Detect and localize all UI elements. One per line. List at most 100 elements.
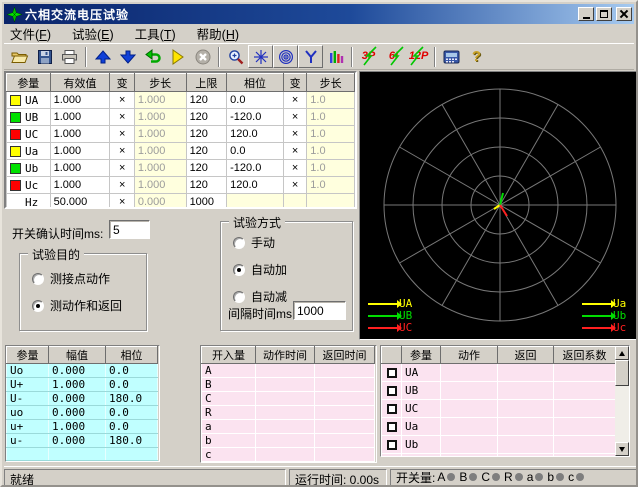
print-button[interactable]	[57, 45, 82, 68]
vary-toggle-cell[interactable]: ×	[110, 126, 134, 143]
select-checkbox[interactable]	[387, 368, 397, 378]
minimize-button[interactable]	[578, 7, 594, 21]
phase-color-swatch	[10, 146, 21, 157]
value-cell[interactable]: 1.000	[50, 92, 110, 109]
select-checkbox[interactable]	[387, 422, 397, 432]
up-arrow-icon	[619, 351, 625, 356]
vary-toggle-cell[interactable]: ×	[110, 109, 134, 126]
interval-input[interactable]	[293, 301, 346, 320]
vary-toggle-cell[interactable]: ×	[283, 177, 306, 194]
phase-cell[interactable]: 120.0	[227, 177, 284, 194]
open-button[interactable]	[7, 45, 32, 68]
mode-3p-button[interactable]: 3P	[356, 45, 381, 68]
step-up-button[interactable]	[90, 45, 115, 68]
phase-cell[interactable]: 120.0	[227, 126, 284, 143]
limit-cell[interactable]: 120	[186, 109, 227, 126]
step-down-button[interactable]	[115, 45, 140, 68]
vary-toggle-cell[interactable]	[283, 194, 306, 210]
zoom-button[interactable]	[223, 45, 248, 68]
seq-name-cell: uo	[7, 406, 49, 420]
radio-option[interactable]: 手动	[233, 234, 352, 251]
menu-item[interactable]: 工具(T)	[129, 23, 182, 44]
switch-indicator-dot	[576, 473, 584, 481]
value-cell[interactable]: 1.000	[50, 160, 110, 177]
stop-button[interactable]	[190, 45, 215, 68]
result-name-cell: UC	[402, 400, 441, 418]
limit-cell[interactable]: 120	[186, 92, 227, 109]
maximize-button[interactable]	[596, 7, 612, 21]
scrollbar-thumb[interactable]	[615, 360, 629, 386]
print-icon	[61, 49, 78, 65]
vary-toggle-cell[interactable]: ×	[283, 143, 306, 160]
phase-cell[interactable]: -120.0	[227, 160, 284, 177]
trace-view-button[interactable]	[273, 45, 298, 68]
limit-cell[interactable]: 120	[186, 160, 227, 177]
radio-option[interactable]: 测接点动作	[32, 270, 146, 287]
vary-toggle-cell[interactable]: ×	[283, 126, 306, 143]
parameter-name-cell: Uc	[7, 177, 51, 194]
vary-toggle-cell[interactable]: ×	[283, 109, 306, 126]
value-cell[interactable]: 1.000	[50, 177, 110, 194]
select-checkbox[interactable]	[387, 386, 397, 396]
phase-cell[interactable]	[227, 194, 284, 210]
value-cell[interactable]: 1.000	[50, 143, 110, 160]
value-cell[interactable]: 1.000	[50, 126, 110, 143]
limit-cell[interactable]: 120	[186, 143, 227, 160]
reset-button[interactable]	[140, 45, 165, 68]
input-row: A	[202, 364, 375, 378]
action-time-cell	[256, 364, 315, 378]
titlebar: 六相交流电压试验	[4, 4, 634, 24]
bar-view-button[interactable]	[323, 45, 348, 68]
switch-status: A	[437, 470, 455, 484]
mode-12p-button[interactable]: 12P	[406, 45, 431, 68]
scroll-down-button[interactable]	[615, 442, 629, 456]
table-row: UB 1.000 × 1.000 120 -120.0 × 1.0	[7, 109, 355, 126]
vary-toggle-cell[interactable]: ×	[110, 194, 134, 210]
menu-item[interactable]: 试验(E)	[66, 23, 120, 44]
sequence-row: uo 0.000 0.0	[7, 406, 158, 420]
save-button[interactable]	[32, 45, 57, 68]
close-button[interactable]	[616, 7, 632, 21]
phase-cell[interactable]: 0.0	[227, 92, 284, 109]
phasor-chart: UA UB UC Ua Ub Uc	[359, 71, 638, 340]
select-checkbox[interactable]	[387, 440, 397, 450]
start-button[interactable]	[165, 45, 190, 68]
confirm-time-input[interactable]	[109, 220, 150, 239]
vary-toggle-cell[interactable]: ×	[110, 177, 134, 194]
menu-item[interactable]: 帮助(H)	[191, 23, 245, 44]
limit-cell[interactable]: 120	[186, 126, 227, 143]
y-view-button[interactable]	[298, 45, 323, 68]
help-button[interactable]: ?	[464, 45, 489, 68]
radio-button[interactable]	[32, 273, 44, 285]
phase-cell[interactable]: 0.0	[227, 143, 284, 160]
vary-toggle-cell[interactable]: ×	[283, 160, 306, 177]
radio-button[interactable]	[32, 300, 44, 312]
mode-6i-button[interactable]: 6I	[381, 45, 406, 68]
radio-button[interactable]	[233, 237, 245, 249]
radio-button[interactable]	[233, 264, 245, 276]
vertical-scrollbar[interactable]	[615, 346, 629, 456]
col-header: 上限	[186, 74, 227, 92]
radio-option[interactable]: 自动加	[233, 261, 352, 278]
parameter-name-cell: Ua	[7, 143, 51, 160]
vary-toggle-cell[interactable]: ×	[110, 160, 134, 177]
radio-button[interactable]	[233, 291, 245, 303]
vary-toggle-cell[interactable]: ×	[110, 143, 134, 160]
vary-toggle-cell[interactable]: ×	[110, 92, 134, 109]
phasor-view-button[interactable]	[248, 45, 273, 68]
limit-cell[interactable]: 120	[186, 177, 227, 194]
phase-cell[interactable]: -120.0	[227, 109, 284, 126]
limit-cell[interactable]: 1000	[186, 194, 227, 210]
phase-parameter-table: 参量 有效值 变 步长 上限 相位 变 步长 UA 1.000 ×	[4, 71, 357, 209]
input-signal-table: 开入量 动作时间 返回时间 A B	[200, 345, 377, 463]
vector-arrow-icon	[582, 303, 612, 305]
value-cell[interactable]: 50.000	[50, 194, 110, 210]
scroll-up-button[interactable]	[615, 346, 629, 360]
table-row: Ub 1.000 × 1.000 120 -120.0 × 1.0	[7, 160, 355, 177]
radio-option[interactable]: 测动作和返回	[32, 297, 146, 314]
menu-item[interactable]: 文件(F)	[4, 23, 57, 44]
select-checkbox[interactable]	[387, 404, 397, 414]
value-cell[interactable]: 1.000	[50, 109, 110, 126]
vary-toggle-cell[interactable]: ×	[283, 92, 306, 109]
device-panel-button[interactable]	[439, 45, 464, 68]
